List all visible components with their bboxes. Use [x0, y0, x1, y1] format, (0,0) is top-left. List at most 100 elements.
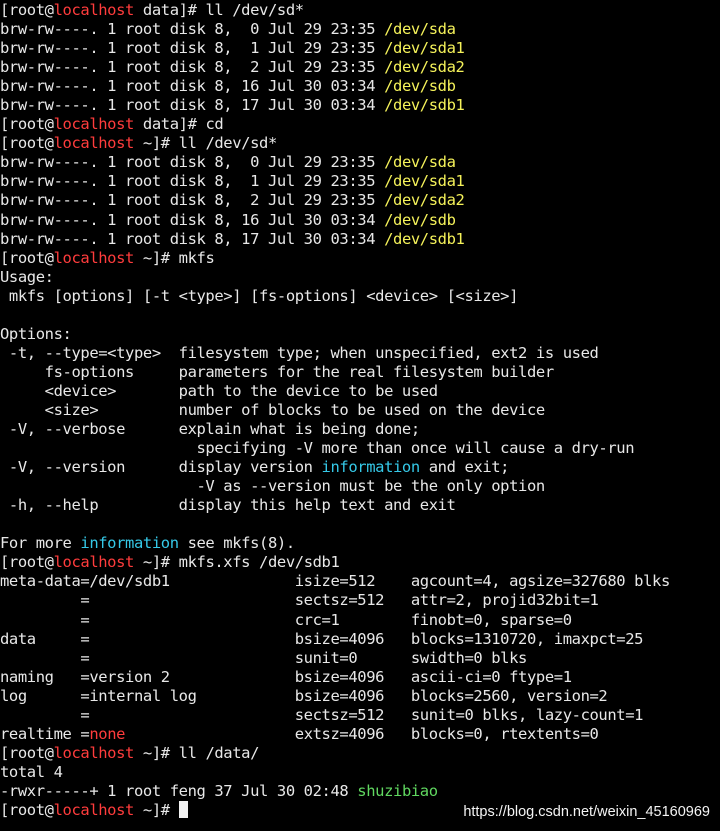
prompt-line: [root@localhost ~]# mkfs.xfs /dev/sdb1: [0, 553, 720, 572]
highlighted-word: localhost: [53, 1, 135, 19]
terminal-output: [root@localhost data]# ll /dev/sd* brw-rw…: [0, 1, 720, 820]
device-path: /dev/sdb: [384, 210, 456, 229]
text-segment: ~]#: [133, 800, 179, 819]
text-segment: [root@: [0, 115, 54, 134]
text-segment: total 4: [0, 762, 63, 781]
prompt-line: [root@localhost data]# cd: [0, 115, 720, 134]
text-segment: extsz=4096 blocks=0, rtextents=0: [125, 724, 599, 743]
output-line: brw-rw----. 1 root disk 8, 2 Jul 29 23:3…: [0, 191, 720, 210]
output-line: mkfs [options] [-t <type>] [fs-options] …: [0, 287, 720, 306]
prompt-line: [root@localhost ~]# ll /dev/sd*: [0, 134, 720, 153]
text-segment: brw-rw----. 1 root disk 8, 17 Jul 30 03:…: [0, 229, 385, 248]
highlighted-word: none: [89, 724, 126, 743]
output-line: specifying -V more than once will cause …: [0, 439, 720, 458]
text-segment: ~]# mkfs.xfs /dev/sdb1: [133, 553, 340, 572]
device-path: /dev/sda2: [384, 58, 465, 77]
highlighted-word: localhost: [53, 553, 135, 572]
text-segment: brw-rw----. 1 root disk 8, 16 Jul 30 03:…: [0, 77, 385, 96]
device-path: /dev/sdb1: [384, 229, 465, 248]
text-segment: data = bsize=4096 blocks=1310720, imaxpc…: [0, 629, 644, 648]
output-line: brw-rw----. 1 root disk 8, 16 Jul 30 03:…: [0, 77, 720, 96]
text-segment: ~]# mkfs: [133, 248, 215, 267]
text-segment: brw-rw----. 1 root disk 8, 0 Jul 29 23:3…: [0, 153, 385, 172]
text-segment: mkfs [options] [-t <type>] [fs-options] …: [0, 286, 519, 305]
keyword-highlight: information: [80, 534, 179, 553]
output-line: fs-options parameters for the real files…: [0, 363, 720, 382]
device-path: /dev/sda: [384, 153, 456, 172]
text-segment: [root@: [0, 248, 54, 267]
text-segment: ~]# ll /dev/sd*: [133, 134, 277, 153]
text-segment: = sectsz=512 attr=2, projid32bit=1: [0, 591, 599, 610]
output-line: <size> number of blocks to be used on th…: [0, 401, 720, 420]
output-line: realtime =none extsz=4096 blocks=0, rtex…: [0, 725, 720, 744]
output-line: brw-rw----. 1 root disk 8, 1 Jul 29 23:3…: [0, 172, 720, 191]
output-line: = sectsz=512 attr=2, projid32bit=1: [0, 591, 720, 610]
text-segment: [root@: [0, 743, 54, 762]
text-segment: [root@: [0, 553, 54, 572]
text-segment: data]# cd: [133, 115, 224, 134]
text-segment: -V as --version must be the only option: [0, 477, 545, 496]
device-path: /dev/sdb: [384, 77, 456, 96]
text-segment: brw-rw----. 1 root disk 8, 2 Jul 29 23:3…: [0, 191, 385, 210]
output-line: brw-rw----. 1 root disk 8, 1 Jul 29 23:3…: [0, 39, 720, 58]
output-line: meta-data=/dev/sdb1 isize=512 agcount=4,…: [0, 572, 720, 591]
text-segment: data]# ll /dev/sd*: [133, 1, 304, 19]
highlighted-word: localhost: [53, 115, 135, 134]
highlighted-word: localhost: [53, 800, 135, 819]
highlighted-word: localhost: [53, 743, 135, 762]
output-line: brw-rw----. 1 root disk 8, 0 Jul 29 23:3…: [0, 20, 720, 39]
text-segment: fs-options parameters for the real files…: [0, 362, 555, 381]
text-segment: = sunit=0 swidth=0 blks: [0, 648, 527, 667]
text-segment: = sectsz=512 sunit=0 blks, lazy-count=1: [0, 705, 644, 724]
text-segment: naming =version 2 bsize=4096 ascii-ci=0 …: [0, 667, 572, 686]
text-segment: specifying -V more than once will cause …: [0, 439, 635, 458]
text-segment: [root@: [0, 1, 54, 19]
prompt-line: [root@localhost ~]# ll /data/: [0, 744, 720, 763]
text-segment: -V, --version display version: [0, 458, 322, 477]
device-path: /dev/sda1: [384, 39, 465, 58]
text-segment: -V, --verbose explain what is being done…: [0, 420, 420, 439]
output-line: brw-rw----. 1 root disk 8, 17 Jul 30 03:…: [0, 230, 720, 249]
text-segment: see mkfs(8).: [178, 534, 296, 553]
text-segment: Options:: [0, 324, 72, 343]
device-path: /dev/sda2: [384, 191, 465, 210]
output-line: -h, --help display this help text and ex…: [0, 496, 720, 515]
text-segment: brw-rw----. 1 root disk 8, 1 Jul 29 23:3…: [0, 39, 385, 58]
text-segment: brw-rw----. 1 root disk 8, 16 Jul 30 03:…: [0, 210, 385, 229]
output-line: -V as --version must be the only option: [0, 477, 720, 496]
text-segment: = crc=1 finobt=0, sparse=0: [0, 610, 572, 629]
highlighted-word: localhost: [53, 134, 135, 153]
text-segment: brw-rw----. 1 root disk 8, 2 Jul 29 23:3…: [0, 58, 385, 77]
text-segment: -t, --type=<type> filesystem type; when …: [0, 343, 599, 362]
text-segment: brw-rw----. 1 root disk 8, 1 Jul 29 23:3…: [0, 172, 385, 191]
device-path: /dev/sdb1: [384, 96, 465, 115]
output-line: -t, --type=<type> filesystem type; when …: [0, 344, 720, 363]
text-segment: realtime =: [0, 724, 90, 743]
output-line: data = bsize=4096 blocks=1310720, imaxpc…: [0, 630, 720, 649]
output-line: -V, --verbose explain what is being done…: [0, 420, 720, 439]
output-line: -V, --version display version informatio…: [0, 458, 720, 477]
output-line: <device> path to the device to be used: [0, 382, 720, 401]
output-line: = crc=1 finobt=0, sparse=0: [0, 611, 720, 630]
keyword-highlight: information: [321, 458, 421, 477]
output-line: brw-rw----. 1 root disk 8, 16 Jul 30 03:…: [0, 211, 720, 230]
watermark: https://blog.csdn.net/weixin_45160969: [463, 804, 710, 820]
text-segment: -h, --help display this help text and ex…: [0, 496, 456, 515]
output-line: -rwxr-----+ 1 root feng 37 Jul 30 02:48 …: [0, 782, 720, 801]
text-segment: Usage:: [0, 267, 54, 286]
highlighted-word: localhost: [53, 248, 135, 267]
text-segment: and exit;: [419, 458, 510, 477]
terminal-window[interactable]: [root@localhost data]# ll /dev/sd* brw-rw…: [0, 0, 720, 831]
output-line: = sunit=0 swidth=0 blks: [0, 649, 720, 668]
prompt-line: [root@localhost data]# ll /dev/sd*: [0, 1, 720, 20]
output-line: total 4: [0, 763, 720, 782]
text-segment: log =internal log bsize=4096 blocks=2560…: [0, 686, 608, 705]
output-line: Usage:: [0, 268, 720, 287]
output-line: brw-rw----. 1 root disk 8, 0 Jul 29 23:3…: [0, 153, 720, 172]
text-segment: <size> number of blocks to be used on th…: [0, 400, 546, 419]
device-path: /dev/sda: [384, 20, 456, 39]
output-line: brw-rw----. 1 root disk 8, 2 Jul 29 23:3…: [0, 58, 720, 77]
text-segment: brw-rw----. 1 root disk 8, 0 Jul 29 23:3…: [0, 20, 385, 39]
